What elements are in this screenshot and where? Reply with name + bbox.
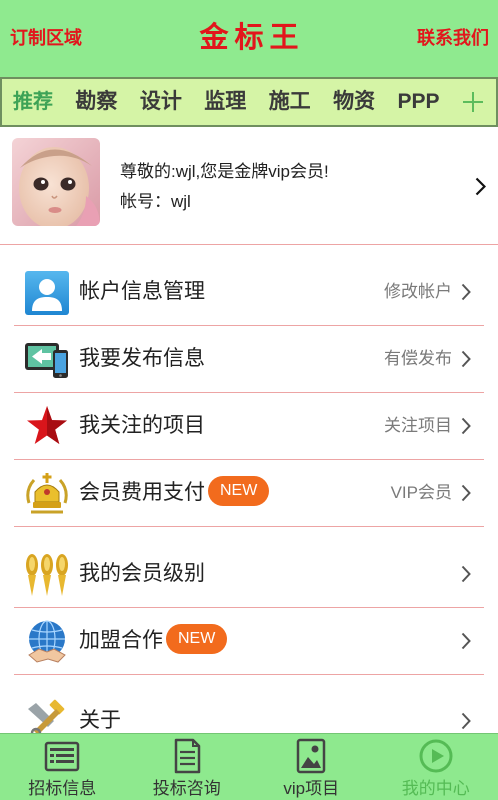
nav-vip-projects[interactable]: vip项目 [249, 734, 374, 800]
document-icon [174, 738, 200, 774]
image-icon [297, 738, 326, 774]
play-circle-icon [419, 739, 453, 773]
menu-row-text: 加盟合作 NEW [79, 608, 228, 674]
nav-label: vip项目 [283, 779, 340, 798]
menu-action-vip-member: VIP会员 [390, 483, 452, 502]
chevron-right-icon [461, 283, 471, 301]
menu-row-text: 会员费用支付 NEW [79, 460, 270, 526]
tab-survey[interactable]: 勘察 [75, 89, 117, 115]
menu-action-follow-projects: 关注项目 [384, 416, 452, 435]
chevron-right-icon [461, 417, 471, 435]
new-badge: NEW [208, 476, 270, 506]
nav-label: 投标咨询 [152, 779, 221, 798]
menu-row-text: 我的会员级别 [79, 541, 205, 607]
menu-group-account: 帐户信息管理 修改帐户 我要发布信息 有偿发布 我关注的项目 关注项目 会员费用… [0, 259, 498, 527]
crown-icon [24, 471, 70, 517]
nav-label: 我的中心 [401, 779, 470, 798]
menu-label-account-info: 帐户信息管理 [79, 280, 205, 303]
nav-bid-consult[interactable]: 投标咨询 [125, 734, 250, 800]
nav-tender-info[interactable]: 招标信息 [0, 734, 125, 800]
top-header: 订制区域 金标王 联系我们 [0, 0, 498, 77]
plus-icon[interactable] [462, 91, 484, 113]
user-greeting: 尊敬的:wjl,您是金牌vip会员! [120, 162, 329, 181]
chevron-right-icon [461, 712, 471, 730]
nav-label: 招标信息 [28, 779, 97, 798]
menu-label-about: 关于 [79, 709, 121, 732]
tab-construction[interactable]: 施工 [269, 89, 311, 115]
tab-recommend[interactable]: 推荐 [13, 89, 53, 115]
chevron-right-icon [475, 177, 486, 196]
user-icon [24, 270, 70, 316]
menu-label-membership-payment: 会员费用支付 [79, 481, 205, 504]
menu-action-paid-publish: 有偿发布 [384, 349, 452, 368]
user-account: 帐号：wjl [120, 192, 191, 211]
nav-my-center[interactable]: 我的中心 [374, 734, 498, 800]
menu-row-member-level[interactable]: 我的会员级别 [14, 541, 484, 608]
menu-row-followed-projects[interactable]: 我关注的项目 关注项目 [14, 393, 484, 460]
menu-row-publish-info[interactable]: 我要发布信息 有偿发布 [14, 326, 484, 393]
menu-label-franchise: 加盟合作 [79, 629, 163, 652]
tab-materials[interactable]: 物资 [333, 89, 375, 115]
menu-label-publish-info: 我要发布信息 [79, 347, 205, 370]
red-star-icon [24, 404, 70, 450]
tab-design[interactable]: 设计 [140, 89, 182, 115]
tab-supervision[interactable]: 监理 [204, 89, 246, 115]
user-avatar [12, 138, 100, 226]
menu-action-edit-account: 修改帐户 [384, 282, 452, 301]
menu-row-membership-payment[interactable]: 会员费用支付 NEW VIP会员 [14, 460, 484, 527]
menu-row-account-info[interactable]: 帐户信息管理 修改帐户 [14, 259, 484, 326]
bottom-nav: 招标信息 投标咨询 vip项目 我的中心 [0, 733, 498, 800]
contact-us-link[interactable]: 联系我们 [417, 27, 489, 49]
menu-row-text: 帐户信息管理 [79, 259, 205, 325]
menu-row-text: 我要发布信息 [79, 326, 205, 392]
chevron-right-icon [461, 350, 471, 368]
medals-icon [24, 552, 70, 598]
menu-row-text: 我关注的项目 [79, 393, 205, 459]
chevron-right-icon [461, 632, 471, 650]
chevron-right-icon [461, 484, 471, 502]
list-icon [45, 741, 80, 772]
globe-handshake-icon [24, 619, 70, 665]
menu-label-followed-projects: 我关注的项目 [79, 414, 205, 437]
user-profile-card[interactable]: 尊敬的:wjl,您是金牌vip会员! 帐号：wjl [0, 127, 498, 245]
chevron-right-icon [461, 565, 471, 583]
my-center-screen: 订制区域 金标王 联系我们 推荐 勘察 设计 监理 施工 物资 PPP 尊敬的:… [0, 0, 498, 800]
category-tabs: 推荐 勘察 设计 监理 施工 物资 PPP [0, 77, 498, 127]
tab-ppp[interactable]: PPP [398, 89, 440, 115]
menu-row-franchise[interactable]: 加盟合作 NEW [14, 608, 484, 675]
menu-label-member-level: 我的会员级别 [79, 562, 205, 585]
publish-device-icon [24, 337, 70, 383]
new-badge: NEW [166, 624, 228, 654]
menu-group-membership: 我的会员级别 加盟合作 NEW [0, 541, 498, 675]
